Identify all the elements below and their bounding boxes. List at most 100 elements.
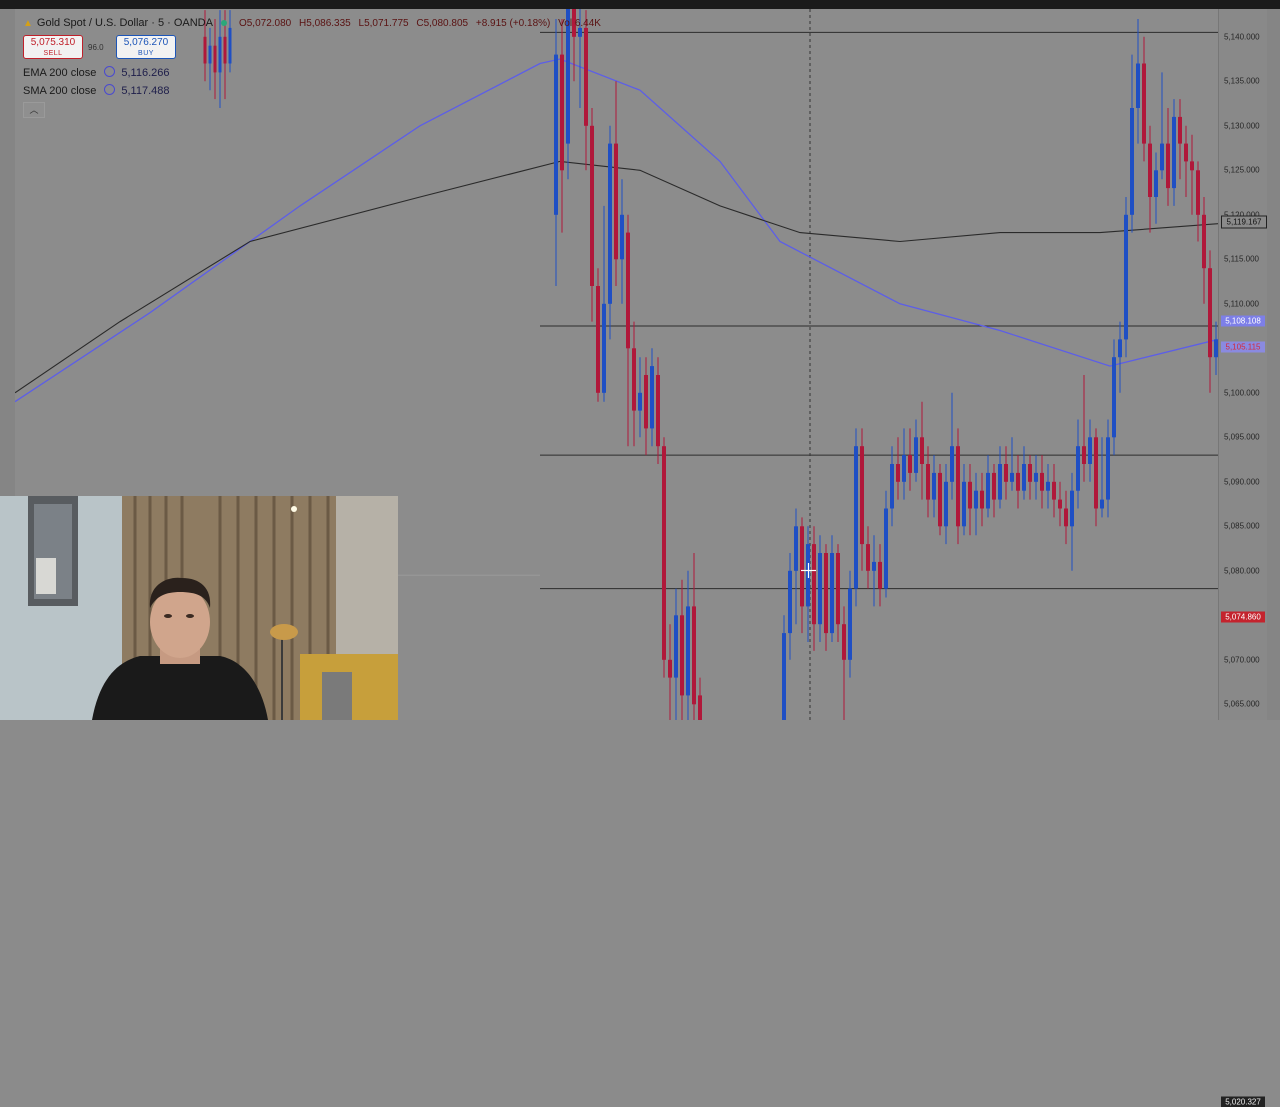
- candle-up: [854, 446, 858, 589]
- candle-up: [1124, 214, 1128, 340]
- right-sidebar[interactable]: [1266, 9, 1280, 720]
- candle-up: [788, 570, 792, 634]
- candle-down: [896, 464, 900, 482]
- buy-button[interactable]: 5,076.270 BUY: [116, 35, 176, 59]
- candle-up: [1118, 339, 1122, 358]
- candle-down: [668, 659, 672, 678]
- candle-down: [938, 472, 942, 527]
- candle-down: [992, 472, 996, 500]
- volume-value: Vol 6.44K: [558, 17, 601, 29]
- status-dot-icon: [220, 20, 227, 26]
- candle-down: [1148, 143, 1152, 197]
- candle-up: [1046, 481, 1050, 491]
- candle-up: [674, 615, 678, 678]
- sma-price-label: 5,119.167: [1221, 215, 1267, 229]
- cursor-price-label: 5,020.327: [1221, 1096, 1265, 1107]
- candle-down: [1064, 508, 1068, 527]
- candle-up: [1130, 108, 1134, 215]
- price-tick-label: 5,135.000: [1224, 76, 1260, 86]
- candle-up: [794, 526, 798, 571]
- candle-down: [680, 615, 684, 696]
- candle-up: [1154, 170, 1158, 197]
- candle-down: [213, 45, 217, 73]
- close-value: C5,080.805: [416, 17, 469, 29]
- candle-down: [1208, 268, 1212, 358]
- candle-up: [650, 366, 654, 429]
- candle-down: [626, 232, 630, 349]
- sell-price: 5,075.310: [30, 37, 76, 48]
- candle-up: [962, 481, 966, 527]
- candle-up: [554, 54, 558, 215]
- candle-up: [974, 490, 978, 509]
- candle-down: [1082, 446, 1086, 464]
- symbol-title[interactable]: Gold Spot / U.S. Dollar · 5 · OANDA: [37, 17, 213, 29]
- price-tick-label: 5,090.000: [1224, 477, 1260, 487]
- candle-up: [1136, 63, 1140, 108]
- indicator-ema[interactable]: EMA 200 close 5,116.266: [23, 66, 170, 79]
- price-tick-label: 5,115.000: [1224, 254, 1259, 264]
- top-toolbar: [0, 0, 1280, 9]
- candle-down: [860, 446, 864, 545]
- candle-down: [644, 375, 648, 429]
- candle-down: [1184, 143, 1188, 162]
- settings-icon[interactable]: [104, 66, 116, 77]
- candle-down: [968, 481, 972, 509]
- symbol-header[interactable]: ▲ Gold Spot / U.S. Dollar · 5 · OANDA O5…: [23, 15, 606, 31]
- ema2-price-label: 5,105.115: [1221, 341, 1265, 353]
- candle-down: [698, 695, 702, 720]
- spread-value: 96.0: [88, 43, 104, 52]
- candle-up: [602, 303, 606, 393]
- candle-up: [1172, 116, 1176, 189]
- candle-down: [812, 544, 816, 625]
- candle-down: [1028, 464, 1032, 482]
- candle-up: [986, 472, 990, 509]
- price-tick-label: 5,085.000: [1224, 521, 1260, 531]
- candle-down: [1196, 170, 1200, 215]
- price-tick-label: 5,095.000: [1224, 432, 1260, 442]
- candle-up: [1034, 472, 1038, 482]
- settings-icon[interactable]: [104, 84, 116, 95]
- collapse-legend-button[interactable]: ︿: [23, 102, 45, 118]
- open-value: O5,072.080: [238, 17, 292, 29]
- price-scale[interactable]: 5,140.0005,135.0005,130.0005,125.0005,12…: [1218, 9, 1267, 1107]
- candle-down: [824, 553, 828, 634]
- price-tick-label: 5,125.000: [1224, 165, 1260, 175]
- webcam-image: [0, 496, 398, 720]
- candle-down: [842, 624, 846, 660]
- indicator-sma[interactable]: SMA 200 close 5,117.488: [23, 84, 170, 97]
- candle-up: [1070, 490, 1074, 527]
- candle-up: [608, 143, 612, 304]
- candle-up: [1076, 446, 1080, 491]
- candle-up: [1106, 437, 1110, 500]
- price-tick-label: 5,140.000: [1224, 32, 1260, 42]
- webcam-overlay: [0, 496, 398, 720]
- candle-down: [590, 125, 594, 286]
- buy-label: BUY: [138, 50, 154, 57]
- candle-down: [956, 446, 960, 527]
- indicator-sma-name: SMA 200 close: [23, 85, 97, 97]
- price-tick-label: 5,080.000: [1224, 566, 1260, 576]
- candle-up: [228, 27, 232, 64]
- sell-button[interactable]: 5,075.310 SELL: [23, 35, 83, 59]
- price-tick-label: 5,070.000: [1224, 655, 1260, 665]
- candle-up: [686, 606, 690, 696]
- candle-up: [638, 392, 642, 411]
- ohlc-values: O5,072.080 H5,086.335 L5,071.775 C5,080.…: [239, 18, 606, 29]
- indicator-sma-value: 5,117.488: [121, 85, 170, 97]
- candle-down: [656, 375, 660, 447]
- candle-up: [620, 214, 624, 260]
- candle-up: [1088, 437, 1092, 464]
- candle-up: [998, 464, 1002, 500]
- candle-up: [902, 455, 906, 482]
- candle-up: [818, 553, 822, 625]
- candle-up: [1160, 143, 1164, 171]
- candle-down: [926, 464, 930, 500]
- candle-down: [596, 286, 600, 393]
- candle-down: [1190, 161, 1194, 171]
- crosshair-icon: [801, 563, 816, 578]
- high-value: H5,086.335: [299, 17, 351, 29]
- candle-up: [914, 437, 918, 473]
- candle-up: [884, 508, 888, 589]
- sell-label: SELL: [43, 50, 63, 57]
- candle-up: [1100, 499, 1104, 509]
